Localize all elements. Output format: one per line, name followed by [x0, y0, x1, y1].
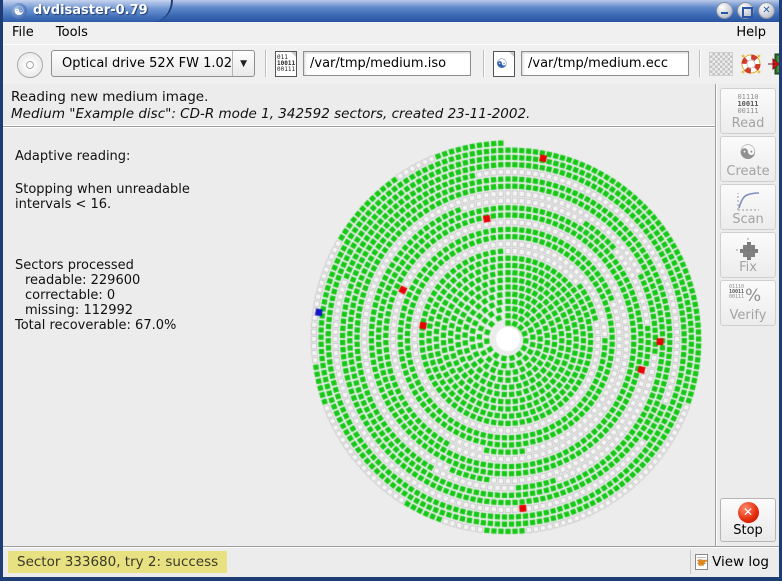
- view-log-label: View log: [712, 554, 769, 570]
- scan-icon: [721, 188, 775, 214]
- verify-icon: 011101001100111 %: [721, 284, 775, 310]
- preferences-icon: [709, 52, 733, 76]
- menu-file[interactable]: File: [3, 22, 43, 43]
- close-button[interactable]: ✕: [758, 2, 775, 19]
- drive-medium-icon: [17, 52, 43, 78]
- read-button[interactable]: 011101001100111 Read: [720, 88, 776, 134]
- stop-condition-line1: Stopping when unreadable: [15, 182, 190, 197]
- drive-select[interactable]: Optical drive 52X FW 1.02 ▼: [51, 50, 255, 77]
- menubar: File Tools Help: [3, 22, 779, 45]
- quit-icon[interactable]: [767, 52, 782, 76]
- app-icon: ☯: [11, 3, 27, 19]
- toolbar-separator: [265, 50, 267, 77]
- toolbar-separator: [483, 50, 485, 77]
- titlebar: ☯ dvdisaster-0.79 ✕: [3, 0, 779, 22]
- minimize-button[interactable]: [716, 2, 733, 19]
- view-log-button[interactable]: ☛ View log: [690, 550, 773, 574]
- ecc-path-input[interactable]: [521, 51, 689, 76]
- scan-button[interactable]: Scan: [720, 184, 776, 230]
- create-icon: ☯: [721, 140, 775, 166]
- medium-info: Medium "Example disc": CD-R mode 1, 3425…: [11, 106, 530, 122]
- action-message: Reading new medium image.: [11, 89, 208, 105]
- correctable-count: correctable: 0: [15, 288, 190, 303]
- statusbar: Sector 333680, try 2: success ☛ View log: [3, 546, 779, 578]
- ecc-file-icon: ☯: [493, 51, 515, 77]
- fix-button[interactable]: Fix: [720, 232, 776, 278]
- toolbar-separator: [699, 50, 701, 77]
- close-icon: ✕: [759, 4, 774, 18]
- menu-tools[interactable]: Tools: [47, 22, 97, 43]
- app-window: ☯ dvdisaster-0.79 ✕ File Tools Help Opti…: [0, 0, 782, 581]
- maximize-icon: [742, 7, 753, 18]
- missing-count: missing: 112992: [15, 303, 190, 318]
- sectors-processed-title: Sectors processed: [15, 258, 190, 273]
- readable-count: readable: 229600: [15, 273, 190, 288]
- iso-file-icon: 0111001100111: [275, 51, 297, 77]
- minimize-icon: [721, 12, 728, 14]
- main-area: Adaptive reading: Stopping when unreadab…: [3, 127, 715, 546]
- maximize-button[interactable]: [737, 2, 754, 19]
- status-message: Sector 333680, try 2: success: [8, 551, 227, 573]
- stop-condition-line2: intervals < 16.: [15, 197, 190, 212]
- stop-icon: ✕: [738, 502, 759, 523]
- menu-help[interactable]: Help: [727, 22, 775, 43]
- log-icon: ☛: [695, 554, 709, 570]
- drive-select-value: Optical drive 52X FW 1.02: [52, 56, 232, 71]
- chevron-down-icon: ▼: [232, 51, 254, 76]
- total-recoverable: Total recoverable: 67.0%: [15, 318, 190, 333]
- action-sidebar: 011101001100111 Read ☯ Create Scan: [715, 84, 779, 546]
- stop-button[interactable]: ✕ Stop: [720, 498, 776, 542]
- reading-stats: Adaptive reading: Stopping when unreadab…: [15, 149, 190, 333]
- fix-icon: [721, 236, 775, 262]
- read-icon: 011101001100111: [721, 92, 775, 118]
- message-panel: Reading new medium image. Medium "Exampl…: [3, 84, 715, 127]
- iso-path-input[interactable]: [303, 51, 471, 76]
- reading-mode-label: Adaptive reading:: [15, 149, 190, 164]
- toolbar: Optical drive 52X FW 1.02 ▼ 011100110011…: [3, 44, 779, 85]
- create-button[interactable]: ☯ Create: [720, 136, 776, 182]
- verify-button[interactable]: 011101001100111 % Verify: [720, 280, 776, 326]
- window-title: dvdisaster-0.79: [33, 3, 148, 18]
- help-lifebuoy-icon[interactable]: [739, 52, 763, 76]
